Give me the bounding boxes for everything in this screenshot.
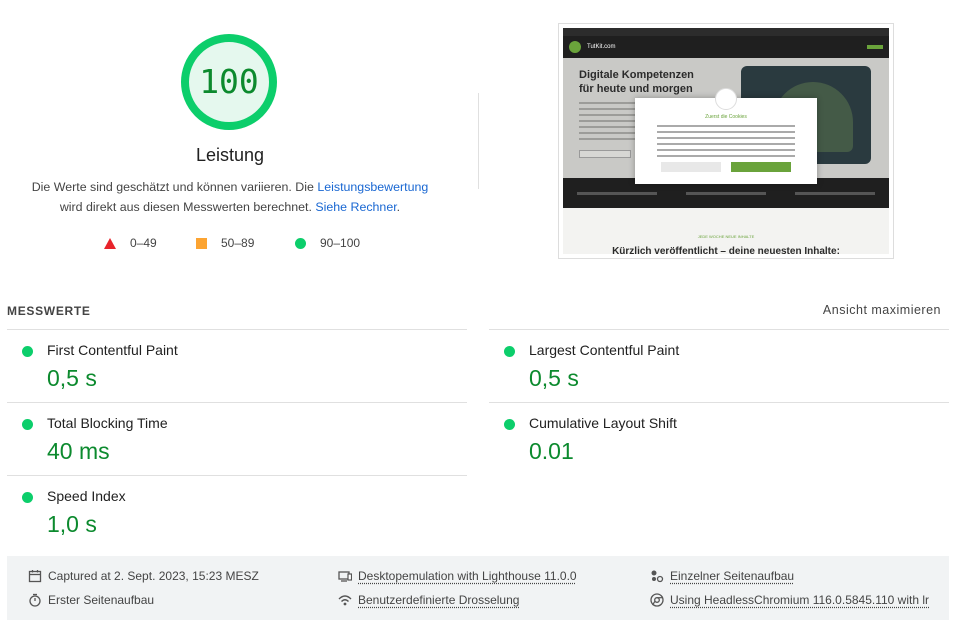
- screenshot-hero-input: [579, 150, 631, 158]
- hero-title-line2: für heute und morgen: [579, 83, 693, 95]
- single-page-load[interactable]: Einzelner Seitenaufbau: [650, 569, 794, 583]
- page-screenshot-thumbnail[interactable]: TutKit.com Digitale Kompetenzen für heut…: [558, 23, 894, 259]
- square-icon: [196, 237, 207, 249]
- screenshot-section-title: Kürzlich veröffentlicht – deine neuesten…: [612, 246, 840, 254]
- desktop-icon: [338, 571, 352, 582]
- score-gauge: 100: [180, 33, 278, 131]
- metric-value: 0,5 s: [47, 365, 97, 391]
- calendar-icon: [28, 570, 42, 583]
- chrome-icon: [650, 593, 664, 607]
- metric-cumulative-layout-shift: Cumulative Layout Shift 0.01: [489, 402, 949, 475]
- browser-text[interactable]: Using HeadlessChromium 116.0.5845.110 wi…: [670, 593, 929, 607]
- metric-speed-index: Speed Index 1,0 s: [7, 475, 467, 548]
- cookie-modal-title: Zuerst die Cookies: [705, 114, 747, 120]
- description-prefix: Die Werte sind geschätzt und können vari…: [31, 180, 318, 194]
- description-middle: wird direkt aus diesen Messwerten berech…: [59, 200, 316, 214]
- legend-item-pass: 90–100: [295, 236, 360, 250]
- category-title: Leistung: [195, 145, 265, 165]
- description-suffix: .: [396, 200, 401, 214]
- captured-at-text: Captured at 2. Sept. 2023, 15:23 MESZ: [48, 569, 259, 583]
- browser-info[interactable]: Using HeadlessChromium 116.0.5845.110 wi…: [650, 593, 929, 607]
- score-description: Die Werte sind geschätzt und können vari…: [20, 177, 440, 217]
- cookie-settings-button: [661, 162, 721, 172]
- initial-page-load-text: Erster Seitenaufbau: [48, 593, 155, 607]
- screenshot-section-kicker: JEDE WOCHE NEUE INHALTE: [697, 234, 755, 239]
- cookie-accept-button: [731, 162, 791, 172]
- emulation-info[interactable]: Desktopemulation with Lighthouse 11.0.0: [338, 569, 577, 583]
- screenshot-content: TutKit.com Digitale Kompetenzen für heut…: [563, 28, 889, 254]
- triangle-icon: [104, 237, 116, 249]
- metric-value: 0,5 s: [529, 365, 579, 391]
- legend-label: 50–89: [221, 236, 255, 250]
- hero-title-line1: Digitale Kompetenzen: [579, 69, 694, 81]
- pass-circle-icon: [22, 346, 33, 357]
- legend-item-fail: 0–49: [104, 236, 157, 250]
- circle-icon: [295, 237, 306, 249]
- metric-value: 0.01: [529, 438, 574, 464]
- metric-value: 40 ms: [47, 438, 110, 464]
- legend-label: 90–100: [320, 236, 361, 250]
- metric-total-blocking-time: Total Blocking Time 40 ms: [7, 402, 467, 475]
- stopwatch-icon: [29, 593, 41, 607]
- pass-circle-icon: [504, 419, 515, 430]
- pass-circle-icon: [22, 419, 33, 430]
- score-value: 100: [199, 62, 259, 101]
- metric-value: 1,0 s: [47, 511, 97, 537]
- emulation-text[interactable]: Desktopemulation with Lighthouse 11.0.0: [358, 569, 577, 583]
- metric-title: First Contentful Paint: [47, 342, 178, 358]
- calculator-link[interactable]: Siehe Rechner: [315, 200, 396, 214]
- wifi-icon: [338, 595, 352, 606]
- screenshot-nav: TutKit.com: [563, 36, 889, 58]
- performance-score-link[interactable]: Leistungsbewertung: [317, 180, 428, 194]
- cookie-modal-text: [657, 125, 795, 161]
- screenshot-hero-text: [579, 102, 639, 144]
- expand-view-toggle[interactable]: Ansicht maximieren: [823, 303, 941, 317]
- legend-item-average: 50–89: [196, 236, 254, 250]
- runtime-settings-footer: Captured at 2. Sept. 2023, 15:23 MESZ De…: [7, 556, 949, 620]
- screenshot-topbar: [563, 28, 889, 36]
- pass-circle-icon: [22, 492, 33, 503]
- metric-first-contentful-paint: First Contentful Paint 0,5 s: [7, 329, 467, 402]
- cookie-icon: [715, 88, 737, 110]
- metric-title: Speed Index: [47, 488, 126, 504]
- vertical-divider: [478, 93, 479, 189]
- throttling-info[interactable]: Benutzerdefinierte Drosselung: [338, 593, 519, 607]
- metrics-header: MESSWERTE: [7, 304, 91, 318]
- throttling-text[interactable]: Benutzerdefinierte Drosselung: [358, 593, 519, 607]
- legend-label: 0–49: [130, 236, 157, 250]
- screenshot-logo-text: TutKit.com: [587, 44, 616, 50]
- initial-page-load: Erster Seitenaufbau: [28, 593, 154, 607]
- logo-icon: [569, 41, 581, 53]
- pass-circle-icon: [504, 346, 515, 357]
- screenshot-hero-title: Digitale Kompetenzen für heute und morge…: [579, 68, 694, 96]
- single-page-load-text[interactable]: Einzelner Seitenaufbau: [670, 569, 794, 583]
- metric-title: Total Blocking Time: [47, 415, 168, 431]
- screenshot-nav-button: [867, 45, 883, 49]
- captured-at: Captured at 2. Sept. 2023, 15:23 MESZ: [28, 569, 259, 583]
- page-load-icon: [651, 570, 664, 583]
- metric-title: Cumulative Layout Shift: [529, 415, 677, 431]
- metric-largest-contentful-paint: Largest Contentful Paint 0,5 s: [489, 329, 949, 402]
- screenshot-cookie-modal: Zuerst die Cookies: [635, 88, 817, 184]
- metric-title: Largest Contentful Paint: [529, 342, 680, 358]
